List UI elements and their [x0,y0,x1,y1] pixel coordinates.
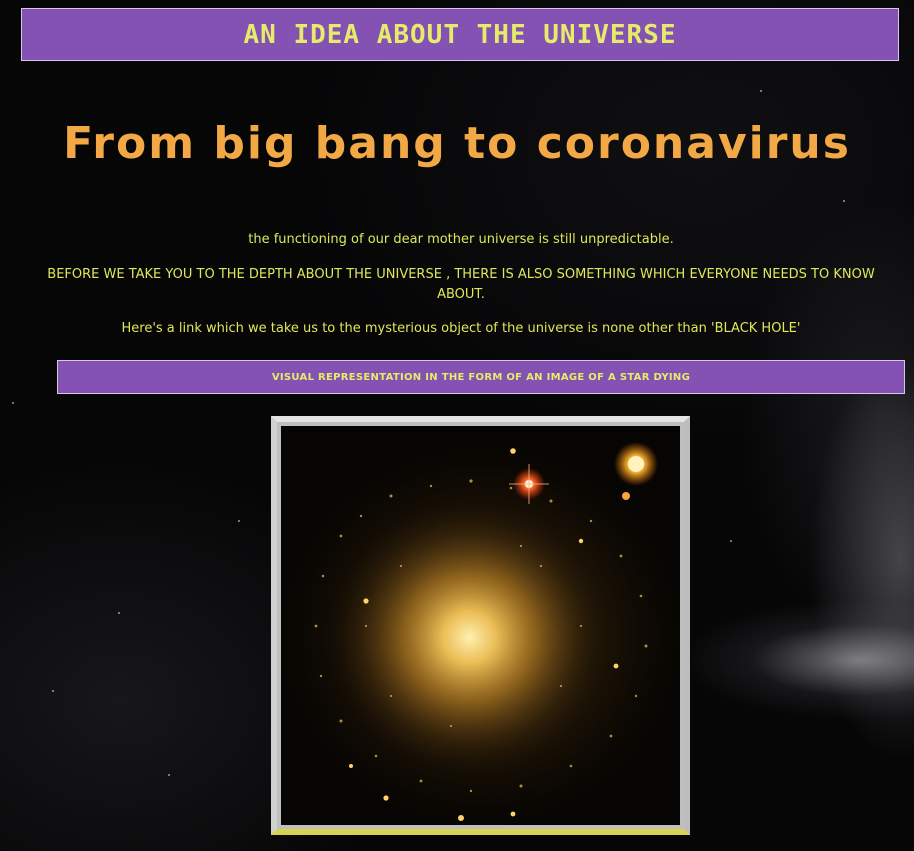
intro-paragraph: the functioning of our dear mother unive… [248,232,674,247]
background-star [168,774,170,776]
galaxy-illustration [281,426,680,825]
background-star [238,520,240,522]
background-star [118,612,120,614]
image-frame [271,416,690,835]
header-title: AN IDEA ABOUT THE UNIVERSE [243,19,677,50]
star-dying-image [281,426,680,825]
star-dying-link-label: VISUAL REPRESENTATION IN THE FORM OF AN … [271,371,691,383]
black-hole-paragraph: Here's a link which we take us to the my… [121,321,801,336]
background-star [843,200,845,202]
notice-paragraph: BEFORE WE TAKE YOU TO THE DEPTH ABOUT TH… [47,267,875,302]
background-star [52,690,54,692]
star-dying-link-button[interactable]: VISUAL REPRESENTATION IN THE FORM OF AN … [57,360,905,394]
header-bar: AN IDEA ABOUT THE UNIVERSE [21,8,899,61]
page-heading: From big bang to coronavirus [63,118,851,169]
background-star [12,402,14,404]
background-star [760,90,762,92]
background-star [730,540,732,542]
